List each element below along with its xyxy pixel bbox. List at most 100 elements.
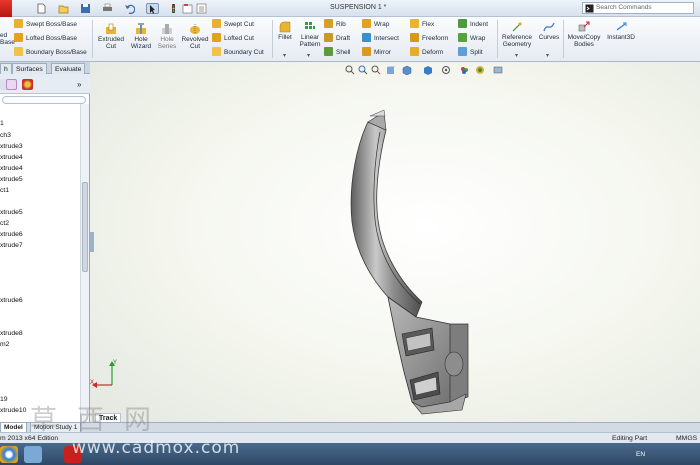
boundary-boss-icon <box>14 47 23 56</box>
tab-sketch[interactable]: h <box>0 63 12 74</box>
extruded-cut-button[interactable]: Extruded Cut <box>95 23 127 50</box>
tab-evaluate[interactable]: Evaluate <box>51 63 86 74</box>
tree-item[interactable]: xtrude4 <box>0 165 23 172</box>
previous-view-icon[interactable] <box>371 65 381 75</box>
solidworks-logo[interactable] <box>0 0 12 17</box>
wrap-button[interactable]: Wrap <box>362 19 389 31</box>
tree-item[interactable]: ch3 <box>0 132 11 139</box>
swept-cut-button[interactable]: Swept Cut <box>212 19 254 31</box>
fillet-button[interactable]: Fillet <box>274 21 296 41</box>
tree-item[interactable]: 19 <box>0 396 8 403</box>
shell-label: Shell <box>336 49 351 56</box>
suspension-part-model[interactable] <box>330 102 490 417</box>
tree-item[interactable]: xtrude6 <box>0 297 23 304</box>
reference-geometry-dropdown-icon[interactable]: ▾ <box>515 52 518 59</box>
zoom-to-fit-icon[interactable] <box>345 65 355 75</box>
view-settings-icon[interactable] <box>493 65 503 75</box>
display-style-icon[interactable] <box>423 65 433 75</box>
boundary-cut-button[interactable]: Boundary Cut <box>212 47 264 59</box>
split-button[interactable]: Split <box>458 47 483 59</box>
mirror-icon <box>362 47 371 56</box>
curves-button[interactable]: Curves <box>535 21 563 41</box>
indent-button[interactable]: Indent <box>458 19 488 31</box>
tree-item[interactable]: xtrude7 <box>0 242 23 249</box>
panel-splitter-handle[interactable] <box>90 232 94 252</box>
flex-button[interactable]: Flex <box>410 19 434 31</box>
revolved-cut-label-1: Revolved <box>181 36 209 43</box>
deform-button[interactable]: Deform <box>410 47 443 59</box>
undo-icon[interactable] <box>124 3 137 14</box>
instant3d-button[interactable]: Instant3D <box>604 21 638 41</box>
flex-label: Flex <box>422 21 435 28</box>
boundary-boss-button[interactable]: Boundary Boss/Base <box>14 47 87 59</box>
feature-filter-input[interactable] <box>2 96 86 104</box>
scrollbar-thumb[interactable] <box>82 182 88 272</box>
tree-item[interactable]: xtrude5 <box>0 176 23 183</box>
new-document-icon[interactable] <box>36 3 49 14</box>
ribbon-separator <box>563 20 564 58</box>
zoom-to-area-icon[interactable] <box>358 65 368 75</box>
tree-item[interactable]: xtrude4 <box>0 154 23 161</box>
search-commands-input[interactable]: Search Commands <box>582 2 694 14</box>
tree-item[interactable]: ct2 <box>0 220 9 227</box>
tree-item[interactable]: xtrude5 <box>0 209 23 216</box>
print-icon[interactable] <box>102 3 115 14</box>
options-icon[interactable] <box>196 3 209 14</box>
view-orientation-icon[interactable] <box>402 65 412 75</box>
boundary-cut-icon <box>212 47 221 56</box>
chrome-icon[interactable] <box>0 446 18 463</box>
graphics-area[interactable]: Y X <box>90 62 700 425</box>
reference-geometry-label-2: Geometry <box>502 41 532 48</box>
input-language-indicator[interactable]: EN <box>636 451 645 458</box>
shell-button[interactable]: Shell <box>324 47 350 59</box>
hole-series-button[interactable]: Hole Series <box>155 23 179 50</box>
section-view-icon[interactable] <box>386 65 396 75</box>
move-copy-bodies-button[interactable]: Move/Copy Bodies <box>565 21 603 48</box>
swept-boss-button[interactable]: Swept Boss/Base <box>14 19 77 31</box>
extruded-boss-label-2: Base <box>0 39 15 46</box>
tab-surfaces[interactable]: Surfaces <box>12 63 47 74</box>
intersect-button[interactable]: Intersect <box>362 33 399 45</box>
open-folder-icon[interactable] <box>58 3 71 14</box>
tree-item[interactable]: m2 <box>0 341 9 348</box>
reference-geometry-button[interactable]: Reference Geometry <box>499 21 535 48</box>
feature-tree-scrollbar[interactable] <box>80 104 89 425</box>
hole-wizard-button[interactable]: Hole Wizard <box>127 23 155 50</box>
draft-button[interactable]: Draft <box>324 33 350 45</box>
curves-dropdown-icon[interactable]: ▾ <box>546 52 549 59</box>
unit-system-status[interactable]: MMGS <box>676 435 697 442</box>
hide-show-items-icon[interactable] <box>441 65 451 75</box>
wrap-surface-button[interactable]: Wrap <box>458 33 485 45</box>
linear-pattern-button[interactable]: Linear Pattern <box>296 21 324 48</box>
editing-mode-status: Editing Part <box>612 435 648 442</box>
select-icon[interactable] <box>146 3 159 14</box>
edit-appearance-icon[interactable] <box>459 65 469 75</box>
display-manager-icon[interactable] <box>22 79 33 90</box>
tree-item[interactable]: xtrude8 <box>0 330 23 337</box>
lofted-boss-button[interactable]: Lofted Boss/Base <box>14 33 77 45</box>
save-icon[interactable] <box>80 3 93 14</box>
linear-pattern-icon <box>305 22 315 29</box>
fillet-dropdown-icon[interactable]: ▾ <box>283 52 286 59</box>
tree-item[interactable]: xtrude6 <box>0 231 23 238</box>
command-manager-tabs: h Surfaces Evaluate <box>0 62 92 74</box>
dimxpert-icon[interactable] <box>6 79 17 90</box>
rib-button[interactable]: Rib <box>324 19 346 31</box>
tree-item[interactable]: ct1 <box>0 187 9 194</box>
apply-scene-icon[interactable] <box>475 65 485 75</box>
tree-item[interactable]: xtrude10 <box>0 407 26 414</box>
hole-series-icon <box>162 24 172 34</box>
pattern-dropdown-icon[interactable]: ▾ <box>307 52 310 59</box>
freeform-button[interactable]: Freeform <box>410 33 448 45</box>
revolved-cut-button[interactable]: Revolved Cut <box>179 23 211 50</box>
file-properties-icon[interactable] <box>182 3 195 14</box>
explorer-icon[interactable] <box>24 446 42 463</box>
tree-item[interactable]: xtrude3 <box>0 143 23 150</box>
expand-panel-icon[interactable]: » <box>77 79 88 90</box>
tree-item[interactable]: 1 <box>0 120 4 127</box>
lofted-cut-button[interactable]: Lofted Cut <box>212 33 254 45</box>
heads-up-view-toolbar <box>345 65 525 77</box>
extruded-boss-button[interactable]: ed Base <box>0 32 15 46</box>
rebuild-icon[interactable] <box>168 3 181 14</box>
mirror-button[interactable]: Mirror <box>362 47 391 59</box>
